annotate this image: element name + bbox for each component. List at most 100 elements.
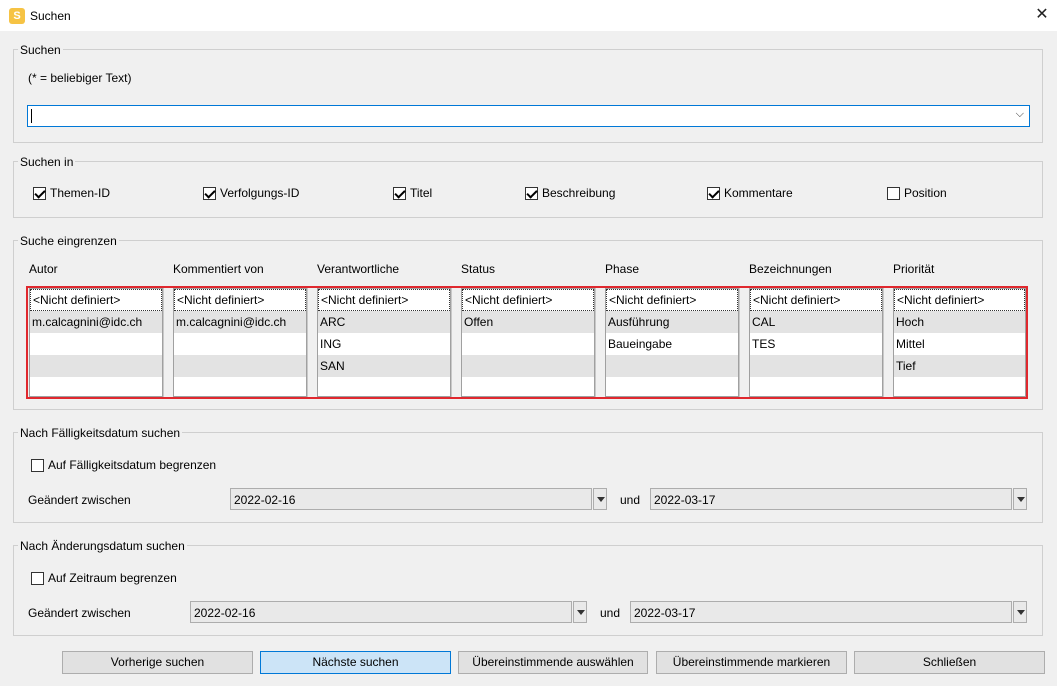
dropdown-arrow-icon[interactable] bbox=[573, 601, 587, 623]
list-item[interactable]: <Nicht definiert> bbox=[30, 289, 162, 311]
list-item[interactable]: TES bbox=[750, 333, 882, 355]
list-item[interactable]: ING bbox=[318, 333, 450, 355]
listbox-phase[interactable]: <Nicht definiert> Ausführung Baueingabe bbox=[605, 288, 739, 397]
narrow-group-legend: Suche eingrenzen bbox=[18, 234, 119, 248]
column-header-phase: Phase bbox=[605, 262, 640, 276]
checkbox-change-date-limit[interactable]: Auf Zeitraum begrenzen bbox=[31, 571, 177, 585]
list-item[interactable]: <Nicht definiert> bbox=[462, 289, 594, 311]
window-title: Suchen bbox=[30, 9, 71, 23]
list-item-empty bbox=[30, 333, 162, 355]
list-item[interactable]: <Nicht definiert> bbox=[606, 289, 738, 311]
checkbox-box[interactable] bbox=[31, 571, 44, 585]
list-item-empty bbox=[174, 333, 306, 355]
checkbox-box[interactable] bbox=[887, 186, 900, 200]
change-to-date[interactable]: 2022-03-17 bbox=[630, 601, 1012, 623]
list-item[interactable]: <Nicht definiert> bbox=[750, 289, 882, 311]
due-to-date[interactable]: 2022-03-17 bbox=[650, 488, 1012, 510]
checkbox-themen-id[interactable]: Themen-ID bbox=[33, 186, 110, 200]
checkbox-kommentare[interactable]: Kommentare bbox=[707, 186, 793, 200]
checkbox-box[interactable] bbox=[525, 186, 538, 200]
column-header-kommentiert-von: Kommentiert von bbox=[173, 262, 264, 276]
dropdown-arrow-icon[interactable] bbox=[593, 488, 607, 510]
checkbox-due-date-limit[interactable]: Auf Fälligkeitsdatum begrenzen bbox=[31, 458, 216, 472]
change-range-label: Geändert zwischen bbox=[28, 606, 131, 620]
checkbox-label: Titel bbox=[410, 186, 433, 200]
change-and-label: und bbox=[600, 606, 621, 620]
checkbox-box[interactable] bbox=[203, 186, 216, 200]
list-item-empty bbox=[174, 355, 306, 377]
list-item[interactable]: ARC bbox=[318, 311, 450, 333]
list-item[interactable]: Offen bbox=[462, 311, 594, 333]
list-item-empty bbox=[462, 355, 594, 377]
due-date-legend: Nach Fälligkeitsdatum suchen bbox=[18, 426, 183, 440]
app-icon: S bbox=[9, 8, 25, 24]
search-in-legend: Suchen in bbox=[18, 155, 76, 169]
listbox-status[interactable]: <Nicht definiert> Offen bbox=[461, 288, 595, 397]
list-item-empty bbox=[462, 333, 594, 355]
list-item[interactable]: Tief bbox=[894, 355, 1025, 377]
chevron-down-icon[interactable]: ⌵ bbox=[1016, 108, 1024, 121]
previous-button[interactable]: Vorherige suchen bbox=[62, 651, 253, 674]
list-item-empty bbox=[606, 355, 738, 377]
select-matching-button[interactable]: Übereinstimmende auswählen bbox=[458, 651, 648, 674]
change-from-value: 2022-02-16 bbox=[194, 606, 256, 620]
column-header-verantwortliche: Verantwortliche bbox=[317, 262, 400, 276]
search-group bbox=[13, 49, 1043, 143]
column-header-autor: Autor bbox=[29, 262, 58, 276]
change-from-date[interactable]: 2022-02-16 bbox=[190, 601, 572, 623]
checkbox-position[interactable]: Position bbox=[887, 186, 947, 200]
listbox-autor[interactable]: <Nicht definiert> m.calcagnini@idc.ch bbox=[29, 288, 163, 397]
checkbox-box[interactable] bbox=[393, 186, 406, 200]
listbox-prioritaet[interactable]: <Nicht definiert> Hoch Mittel Tief bbox=[893, 288, 1026, 397]
due-range-label: Geändert zwischen bbox=[28, 493, 131, 507]
list-item[interactable]: <Nicht definiert> bbox=[318, 289, 450, 311]
checkbox-label: Verfolgungs-ID bbox=[220, 186, 300, 200]
checkbox-beschreibung[interactable]: Beschreibung bbox=[525, 186, 615, 200]
list-item[interactable]: m.calcagnini@idc.ch bbox=[30, 311, 162, 333]
checkbox-label: Position bbox=[904, 186, 947, 200]
list-item-empty bbox=[30, 355, 162, 377]
checkbox-label: Auf Zeitraum begrenzen bbox=[48, 571, 177, 585]
due-from-date[interactable]: 2022-02-16 bbox=[230, 488, 592, 510]
list-item[interactable]: Hoch bbox=[894, 311, 1025, 333]
checkbox-label: Beschreibung bbox=[542, 186, 616, 200]
text-cursor bbox=[31, 109, 32, 123]
list-item[interactable]: Mittel bbox=[894, 333, 1025, 355]
list-item[interactable]: CAL bbox=[750, 311, 882, 333]
list-item[interactable]: <Nicht definiert> bbox=[174, 289, 306, 311]
dropdown-arrow-icon[interactable] bbox=[1013, 488, 1027, 510]
checkbox-label: Themen-ID bbox=[50, 186, 111, 200]
search-hint: (* = beliebiger Text) bbox=[28, 71, 132, 85]
list-item[interactable]: Ausführung bbox=[606, 311, 738, 333]
checkbox-box[interactable] bbox=[31, 458, 44, 472]
list-item[interactable]: Baueingabe bbox=[606, 333, 738, 355]
close-icon[interactable]: ✕ bbox=[1030, 3, 1054, 27]
checkbox-box[interactable] bbox=[33, 186, 46, 200]
due-to-value: 2022-03-17 bbox=[654, 493, 716, 507]
due-and-label: und bbox=[620, 493, 641, 507]
list-item[interactable]: m.calcagnini@idc.ch bbox=[174, 311, 306, 333]
due-from-value: 2022-02-16 bbox=[234, 493, 296, 507]
close-button[interactable]: Schließen bbox=[854, 651, 1045, 674]
column-header-status: Status bbox=[461, 262, 496, 276]
checkbox-verfolgungs-id[interactable]: Verfolgungs-ID bbox=[203, 186, 299, 200]
checkbox-box[interactable] bbox=[707, 186, 720, 200]
listbox-bezeichnungen[interactable]: <Nicht definiert> CAL TES bbox=[749, 288, 883, 397]
checkbox-label: Auf Fälligkeitsdatum begrenzen bbox=[48, 458, 217, 472]
checkbox-label: Kommentare bbox=[724, 186, 793, 200]
list-item[interactable]: SAN bbox=[318, 355, 450, 377]
dropdown-arrow-icon[interactable] bbox=[1013, 601, 1027, 623]
listbox-verantwortliche[interactable]: <Nicht definiert> ARC ING SAN bbox=[317, 288, 451, 397]
mark-matching-button[interactable]: Übereinstimmende markieren bbox=[656, 651, 847, 674]
title-bar: S Suchen ✕ bbox=[0, 0, 1057, 31]
change-date-legend: Nach Änderungsdatum suchen bbox=[18, 539, 187, 553]
listbox-kommentiert-von[interactable]: <Nicht definiert> m.calcagnini@idc.ch bbox=[173, 288, 307, 397]
next-button[interactable]: Nächste suchen bbox=[260, 651, 451, 674]
search-input[interactable]: ⌵ bbox=[27, 105, 1030, 127]
search-group-legend: Suchen bbox=[18, 43, 63, 57]
column-header-prioritaet: Priorität bbox=[893, 262, 935, 276]
list-item-empty bbox=[750, 355, 882, 377]
change-to-value: 2022-03-17 bbox=[634, 606, 696, 620]
checkbox-titel[interactable]: Titel bbox=[393, 186, 432, 200]
list-item[interactable]: <Nicht definiert> bbox=[894, 289, 1025, 311]
